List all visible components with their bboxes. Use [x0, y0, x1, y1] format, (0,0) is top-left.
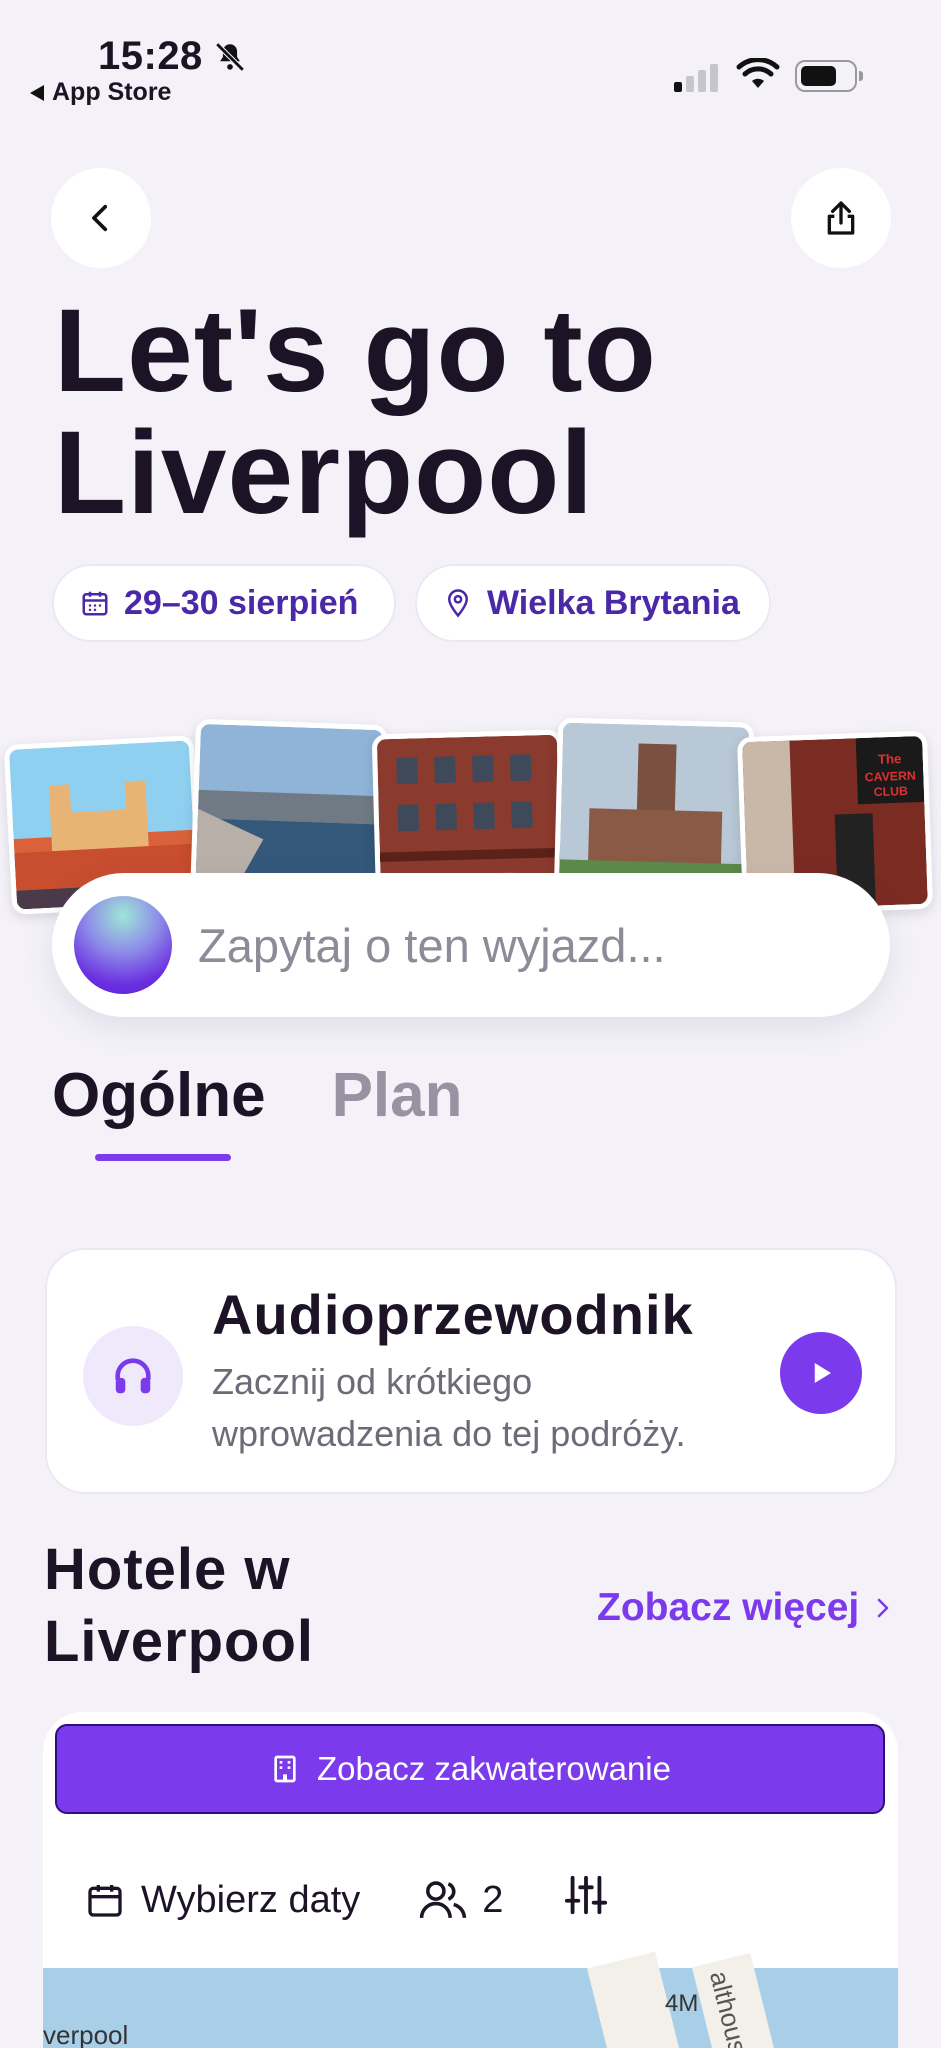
page-title: Let's go to Liverpool [54, 285, 657, 539]
map-label-city: verpool [43, 2020, 129, 2048]
see-more-link[interactable]: Zobacz więcej [597, 1586, 895, 1630]
map-label-marker: 4M [665, 1990, 699, 2017]
trip-dates-pill[interactable]: 29–30 sierpień [52, 564, 396, 642]
select-dates-filter[interactable]: Wybierz daty [85, 1879, 360, 1922]
audio-guide-card[interactable]: Audioprzewodnik Zacznij od krótkiego wpr… [45, 1248, 897, 1494]
play-button[interactable] [780, 1332, 862, 1414]
see-accommodation-button[interactable]: Zobacz zakwaterowanie [55, 1724, 885, 1814]
calendar-icon [82, 591, 108, 616]
tab-general[interactable]: Ogólne [52, 1060, 266, 1131]
status-time: 15:28 [98, 34, 203, 78]
tab-plan[interactable]: Plan [332, 1060, 463, 1131]
hotels-card: Zobacz zakwaterowanie Wybierz daty 2 4M … [43, 1712, 898, 2048]
audio-guide-description: Zacznij od krótkiego wprowadzenia do tej… [212, 1361, 686, 1454]
calendar-icon [88, 1885, 122, 1917]
hotels-section-title: Hotele w Liverpool [44, 1537, 315, 1674]
hotel-filters: Wybierz daty 2 [85, 1872, 611, 1928]
wifi-icon [736, 58, 780, 88]
share-icon [827, 201, 855, 235]
battery-icon [795, 60, 863, 92]
svg-text:CLUB: CLUB [873, 784, 908, 799]
back-to-app-store[interactable]: App Store [30, 78, 171, 107]
trip-dates-label: 29–30 sierpień [124, 583, 359, 622]
bell-slash-icon [215, 42, 245, 72]
ask-placeholder: Zapytaj o ten wyjazd... [198, 918, 666, 972]
back-triangle-icon [30, 84, 44, 101]
ask-trip-input[interactable]: Zapytaj o ten wyjazd... [52, 873, 890, 1017]
trip-location-label: Wielka Brytania [487, 583, 740, 622]
back-button[interactable] [51, 168, 151, 268]
assistant-orb-icon [74, 896, 172, 994]
select-dates-label: Wybierz daty [141, 1878, 361, 1921]
see-more-label: Zobacz więcej [597, 1586, 860, 1629]
svg-text:The: The [878, 751, 902, 767]
building-icon [274, 1755, 296, 1783]
active-tab-indicator [95, 1154, 231, 1161]
filter-settings-button[interactable] [561, 1872, 611, 1928]
audio-guide-title: Audioprzewodnik [212, 1283, 694, 1346]
chevron-left-icon [92, 204, 108, 232]
back-app-label: App Store [52, 78, 172, 106]
guests-count: 2 [482, 1878, 504, 1921]
users-icon [420, 1881, 467, 1919]
cellular-signal-icon [674, 62, 718, 92]
share-button[interactable] [791, 168, 891, 268]
hotels-map[interactable]: 4M verpool althous [43, 1951, 898, 2048]
play-icon [814, 1363, 831, 1383]
location-pin-icon [447, 589, 469, 618]
see-accommodation-label: Zobacz zakwaterowanie [316, 1750, 671, 1787]
trip-location-pill[interactable]: Wielka Brytania [415, 564, 771, 642]
sliders-icon [565, 1875, 608, 1915]
guests-filter[interactable]: 2 [418, 1878, 503, 1922]
headphones-icon [83, 1326, 183, 1426]
svg-text:CAVERN: CAVERN [864, 769, 916, 785]
chevron-right-icon [877, 1598, 889, 1618]
tabs: Ogólne Plan [52, 1060, 463, 1131]
